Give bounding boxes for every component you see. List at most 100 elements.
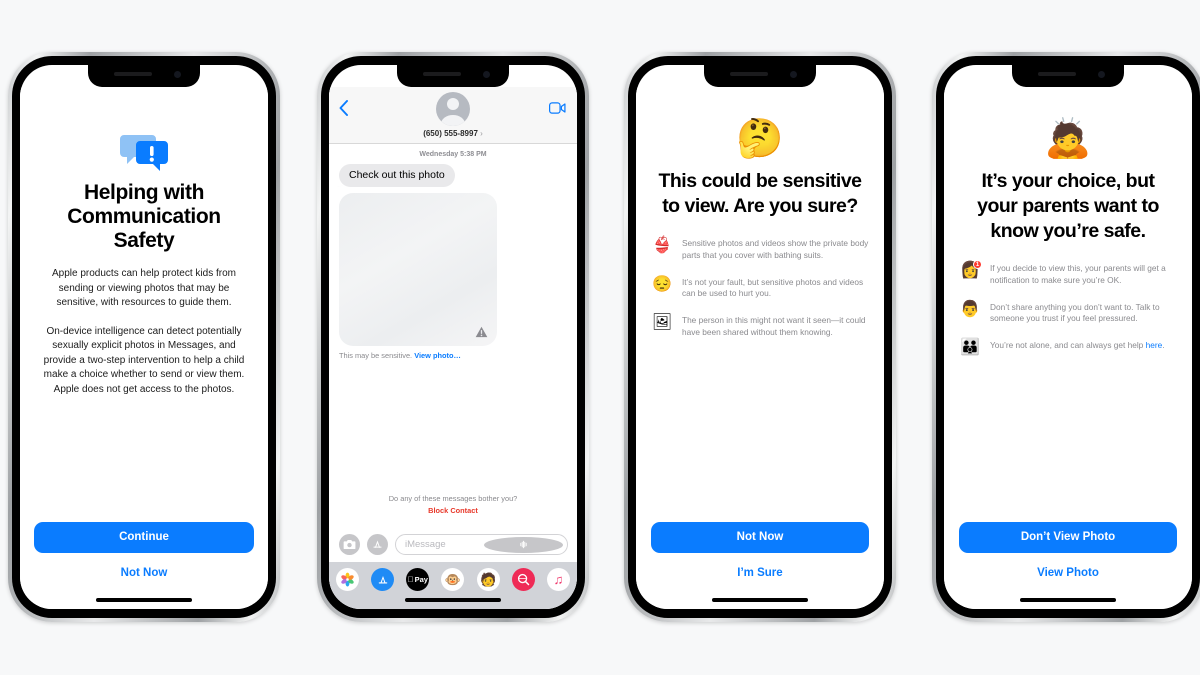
im-sure-link[interactable]: I’m Sure (651, 567, 869, 579)
phone-bezel-1: 9:41 Helping with Communication Safety A… (12, 56, 276, 618)
wifi-icon (219, 71, 231, 80)
incoming-message-bubble[interactable]: Check out this photo (339, 164, 455, 187)
phone-bezel-4: 9:41 🙇 It’s your choice, but your parent… (936, 56, 1200, 618)
sensitive-notice-text: This may be sensitive. (339, 351, 413, 360)
cellular-bars-icon (820, 72, 831, 80)
wifi-icon (528, 71, 540, 80)
dont-view-photo-button[interactable]: Don’t View Photo (959, 522, 1177, 553)
status-bar-3: 9:41 (636, 65, 884, 87)
contact-name[interactable]: (650) 555-8997 › (423, 129, 483, 138)
audio-waveform-icon (520, 540, 527, 549)
not-now-button[interactable]: Not Now (651, 522, 869, 553)
message-thread: Wednesday 5:38 PM Check out this photo T… (329, 144, 577, 527)
status-indicators (204, 71, 253, 81)
block-contact-link[interactable]: Block Contact (329, 506, 577, 515)
onboarding-paragraph-2: On-device intelligence can detect potent… (43, 325, 245, 395)
battery-icon (1159, 72, 1177, 80)
contact-chevron-icon: › (480, 129, 483, 138)
help-text-after: . (1162, 340, 1165, 351)
memoji-monkey-icon[interactable]: 🐵 (441, 568, 465, 591)
help-here-link[interactable]: here (1146, 340, 1163, 350)
camera-icon (343, 539, 356, 550)
sensitive-warning-footer: Not Now I’m Sure (651, 522, 869, 609)
contact-avatar-icon[interactable] (436, 92, 470, 126)
list-item-text: It’s not your fault, but sensitive photo… (682, 276, 864, 299)
home-indicator-1 (96, 598, 192, 602)
list-item-text: The person in this might not want it see… (682, 315, 866, 337)
wifi-icon (835, 71, 847, 80)
back-button[interactable] (339, 100, 348, 119)
page-title: Helping with Communication Safety (67, 181, 221, 252)
status-indicators (513, 71, 562, 81)
list-item-text: Don’t share anything you don’t want to. … (990, 301, 1160, 324)
help-text: You’re not alone, and can always get hel… (990, 340, 1146, 351)
status-time: 9:41 (653, 70, 674, 82)
audio-record-button[interactable] (484, 536, 563, 553)
sensitive-notice-row: This may be sensitive. View photo… (339, 351, 567, 360)
screen-sensitive-warning: 9:41 🤔 This could be sensitive to view. … (636, 65, 884, 609)
camera-button[interactable] (339, 534, 360, 555)
onboarding-footer: Continue Not Now (34, 522, 254, 609)
parent-notification-body: 🙇 It’s your choice, but your parents wan… (944, 87, 1192, 609)
two-people-emoji: 👨 (960, 300, 980, 318)
onboarding-content: Helping with Communication Safety Apple … (20, 87, 268, 609)
block-contact-block: Do any of these messages bother you? Blo… (329, 494, 577, 515)
pensive-face-emoji: 😔 (652, 275, 672, 293)
imessage-input[interactable]: iMessage (395, 534, 568, 555)
wifi-icon (1143, 71, 1155, 80)
person-bowing-emoji: 🙇 (1044, 118, 1092, 160)
parent-notification-emoji-wrap: 👩 1 (959, 260, 982, 279)
status-time: 9:41 (961, 70, 982, 82)
block-question: Do any of these messages bother you? (388, 494, 518, 503)
continue-button[interactable]: Continue (34, 522, 254, 553)
parent-notification-content: 🙇 It’s your choice, but your parents wan… (944, 87, 1192, 609)
warning-triangle-icon (475, 326, 488, 338)
home-indicator-4 (1020, 598, 1116, 602)
view-photo-link[interactable]: View photo… (414, 351, 461, 360)
sensitive-warning-content: 🤔 This could be sensitive to view. Are y… (636, 87, 884, 609)
status-time: 9:41 (37, 70, 58, 82)
home-indicator-2 (405, 598, 501, 602)
reason-list: 👩 1 If you decide to view this, your par… (959, 260, 1177, 356)
status-indicators (1128, 71, 1177, 81)
memoji-person-icon[interactable]: 🧑 (476, 568, 500, 591)
screen-parent-notification: 9:41 🙇 It’s your choice, but your parent… (944, 65, 1192, 609)
framed-picture-emoji: 🖼 (651, 314, 673, 332)
apple-pay-icon[interactable]: Pay (406, 568, 430, 591)
speech-bubbles-alert-icon (118, 129, 170, 171)
onboarding-paragraph-1: Apple products can help protect kids fro… (52, 268, 236, 308)
messages-nav-bar: (650) 555-8997 › (329, 87, 577, 144)
iphone-onboarding: 9:41 Helping with Communication Safety A… (8, 52, 280, 622)
photos-app-icon[interactable] (336, 568, 359, 591)
facetime-button[interactable] (549, 101, 566, 119)
facetime-video-icon (549, 102, 566, 114)
battery-icon (851, 72, 869, 80)
image-search-icon[interactable] (511, 568, 535, 591)
list-item: 👪 You’re not alone, and can always get h… (959, 339, 1177, 356)
app-store-app-icon[interactable] (371, 568, 395, 591)
message-input-row: iMessage (329, 527, 577, 562)
parent-notification-footer: Don’t View Photo View Photo (959, 522, 1177, 609)
cellular-bars-icon (1128, 72, 1139, 80)
list-item-text: You’re not alone, and can always get hel… (990, 339, 1165, 352)
app-store-icon (373, 540, 382, 548)
thinking-face-emoji: 🤔 (736, 118, 784, 160)
not-now-link[interactable]: Not Now (34, 567, 254, 579)
notification-badge: 1 (973, 260, 982, 269)
view-photo-link[interactable]: View Photo (959, 567, 1177, 579)
blurred-photo-attachment[interactable] (339, 193, 497, 346)
music-app-icon[interactable]: ♫ (546, 568, 570, 591)
appstore-button[interactable] (367, 534, 388, 555)
battery-icon (544, 72, 562, 80)
list-item: 👩 1 If you decide to view this, your par… (959, 260, 1177, 287)
cellular-bars-icon (204, 72, 215, 80)
onboarding-body: Helping with Communication Safety Apple … (20, 87, 268, 609)
phone-bezel-2: 9:41 (650) 555-8997 › Wednesday 5:38 PM … (321, 56, 585, 618)
status-bar-4: 9:41 (944, 65, 1192, 87)
sensitive-warning-body: 🤔 This could be sensitive to view. Are y… (636, 87, 884, 609)
chevron-left-icon (339, 100, 348, 116)
screenshot-stage: 9:41 Helping with Communication Safety A… (0, 0, 1200, 675)
page-title: It’s your choice, but your parents want … (977, 170, 1159, 242)
